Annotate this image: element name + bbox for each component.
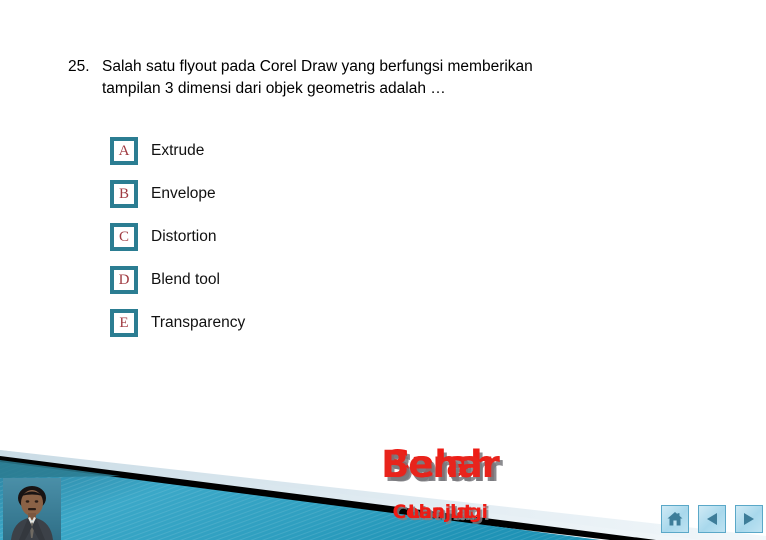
option-label-a[interactable]: Extrude: [151, 142, 204, 160]
home-button[interactable]: [661, 505, 689, 533]
question-line-2: tampilan 3 dimensi dari objek geometris …: [68, 78, 710, 100]
question-number: 25.: [68, 58, 90, 75]
decorative-banner: [0, 448, 766, 540]
option-letter-b[interactable]: B: [110, 180, 138, 208]
option-row-e[interactable]: E Transparency: [110, 308, 245, 338]
question-block: 25. Salah satu flyout pada Corel Draw ya…: [68, 56, 710, 100]
question-text-line-2: tampilan 3 dimensi dari objek geometris …: [102, 80, 446, 97]
previous-button[interactable]: [698, 505, 726, 533]
triangle-right-icon: [740, 510, 758, 528]
option-row-d[interactable]: D Blend tool: [110, 265, 245, 295]
option-label-e[interactable]: Transparency: [151, 314, 245, 332]
option-row-b[interactable]: B Envelope: [110, 179, 245, 209]
feedback-wordart: Salah Benar Coba lagi Lanjut: [340, 444, 540, 534]
question-text-line-1: Salah satu flyout pada Corel Draw yang b…: [102, 58, 533, 75]
option-row-c[interactable]: C Distortion: [110, 222, 245, 252]
option-letter-a[interactable]: A: [110, 137, 138, 165]
option-label-c[interactable]: Distortion: [151, 228, 216, 246]
option-letter-e[interactable]: E: [110, 309, 138, 337]
feedback-large-stack: Salah Benar: [340, 444, 540, 492]
presenter-photo: [3, 478, 61, 540]
question-line-1: 25. Salah satu flyout pada Corel Draw ya…: [68, 56, 710, 78]
feedback-retry-small: Coba lagi: [392, 501, 488, 523]
quiz-slide: 25. Salah satu flyout pada Corel Draw ya…: [0, 0, 766, 540]
option-label-b[interactable]: Envelope: [151, 185, 216, 203]
option-letter-c[interactable]: C: [110, 223, 138, 251]
option-letter-d[interactable]: D: [110, 266, 138, 294]
option-row-a[interactable]: A Extrude: [110, 136, 245, 166]
triangle-left-icon: [703, 510, 721, 528]
option-label-d[interactable]: Blend tool: [151, 271, 220, 289]
navigation-bar: [661, 505, 763, 533]
feedback-small-stack: Coba lagi Lanjut: [340, 500, 540, 526]
answer-options-list: A Extrude B Envelope C Distortion D Blen…: [110, 136, 245, 351]
feedback-correct-large: Benar: [381, 443, 500, 486]
next-button[interactable]: [735, 505, 763, 533]
home-icon: [666, 510, 684, 528]
feedback-continue-small: Lanjut: [407, 501, 473, 523]
feedback-wrong-large: Salah: [384, 443, 497, 486]
